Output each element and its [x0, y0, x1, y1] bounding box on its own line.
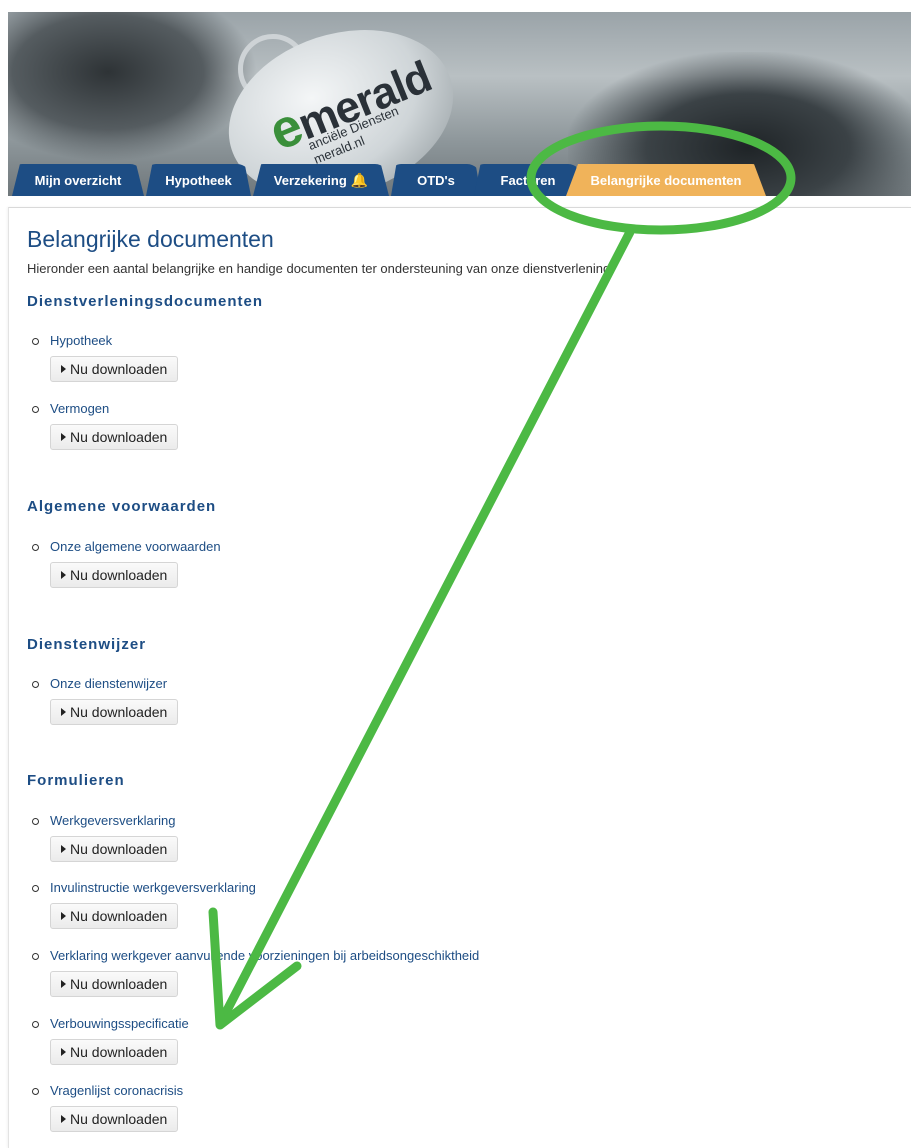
section-title-formulieren: Formulieren [27, 772, 125, 789]
bullet-icon [32, 1021, 39, 1028]
bullet-icon [32, 406, 39, 413]
page-intro: Hieronder een aantal belangrijke en hand… [27, 261, 614, 276]
bullet-icon [32, 1088, 39, 1095]
caret-right-icon [61, 571, 66, 579]
document-link-algemene-voorwaarden[interactable]: Onze algemene voorwaarden [50, 539, 221, 554]
main-tabs: Mijn overzicht Hypotheek Verzekering 🔔 OT… [12, 164, 911, 196]
download-button[interactable]: Nu downloaden [50, 1039, 178, 1065]
caret-right-icon [61, 1115, 66, 1123]
tab-mijn-overzicht[interactable]: Mijn overzicht [12, 164, 144, 196]
download-button[interactable]: Nu downloaden [50, 903, 178, 929]
tab-belangrijke-documenten[interactable]: Belangrijke documenten [566, 164, 766, 196]
bullet-icon [32, 953, 39, 960]
section-title-algemene-voorwaarden: Algemene voorwaarden [27, 498, 217, 515]
download-button[interactable]: Nu downloaden [50, 424, 178, 450]
caret-right-icon [61, 365, 66, 373]
bullet-icon [32, 544, 39, 551]
banner-shadow [8, 12, 258, 162]
document-link-vragenlijst-coronacrisis[interactable]: Vragenlijst coronacrisis [50, 1083, 183, 1098]
caret-right-icon [61, 433, 66, 441]
bullet-icon [32, 818, 39, 825]
bullet-icon [32, 885, 39, 892]
download-button[interactable]: Nu downloaden [50, 971, 178, 997]
notification-bell-icon: 🔔 [350, 171, 369, 188]
tab-facturen[interactable]: Facturen [474, 164, 582, 196]
section-title-dienstenwijzer: Dienstenwijzer [27, 636, 147, 653]
document-link-vermogen[interactable]: Vermogen [50, 401, 109, 416]
download-button[interactable]: Nu downloaden [50, 356, 178, 382]
caret-right-icon [61, 980, 66, 988]
caret-right-icon [61, 912, 66, 920]
caret-right-icon [61, 1048, 66, 1056]
tab-hypotheek[interactable]: Hypotheek [146, 164, 251, 196]
bullet-icon [32, 338, 39, 345]
download-button[interactable]: Nu downloaden [50, 562, 178, 588]
document-link-verbouwingsspecificatie[interactable]: Verbouwingsspecificatie [50, 1016, 189, 1031]
tab-verzekering[interactable]: Verzekering 🔔 [253, 164, 389, 196]
caret-right-icon [61, 845, 66, 853]
tab-otds[interactable]: OTD's [391, 164, 481, 196]
document-link-hypotheek[interactable]: Hypotheek [50, 333, 112, 348]
document-link-dienstenwijzer[interactable]: Onze dienstenwijzer [50, 676, 167, 691]
download-button[interactable]: Nu downloaden [50, 836, 178, 862]
document-link-werkgeversverklaring[interactable]: Werkgeversverklaring [50, 813, 175, 828]
bullet-icon [32, 681, 39, 688]
document-link-invulinstructie[interactable]: Invulinstructie werkgeversverklaring [50, 880, 256, 895]
caret-right-icon [61, 708, 66, 716]
page-title: Belangrijke documenten [27, 226, 274, 252]
document-link-verklaring-werkgever[interactable]: Verklaring werkgever aanvullende voorzie… [50, 948, 479, 963]
section-title-dienstverleningsdocumenten: Dienstverleningsdocumenten [27, 293, 264, 310]
download-button[interactable]: Nu downloaden [50, 1106, 178, 1132]
download-button[interactable]: Nu downloaden [50, 699, 178, 725]
